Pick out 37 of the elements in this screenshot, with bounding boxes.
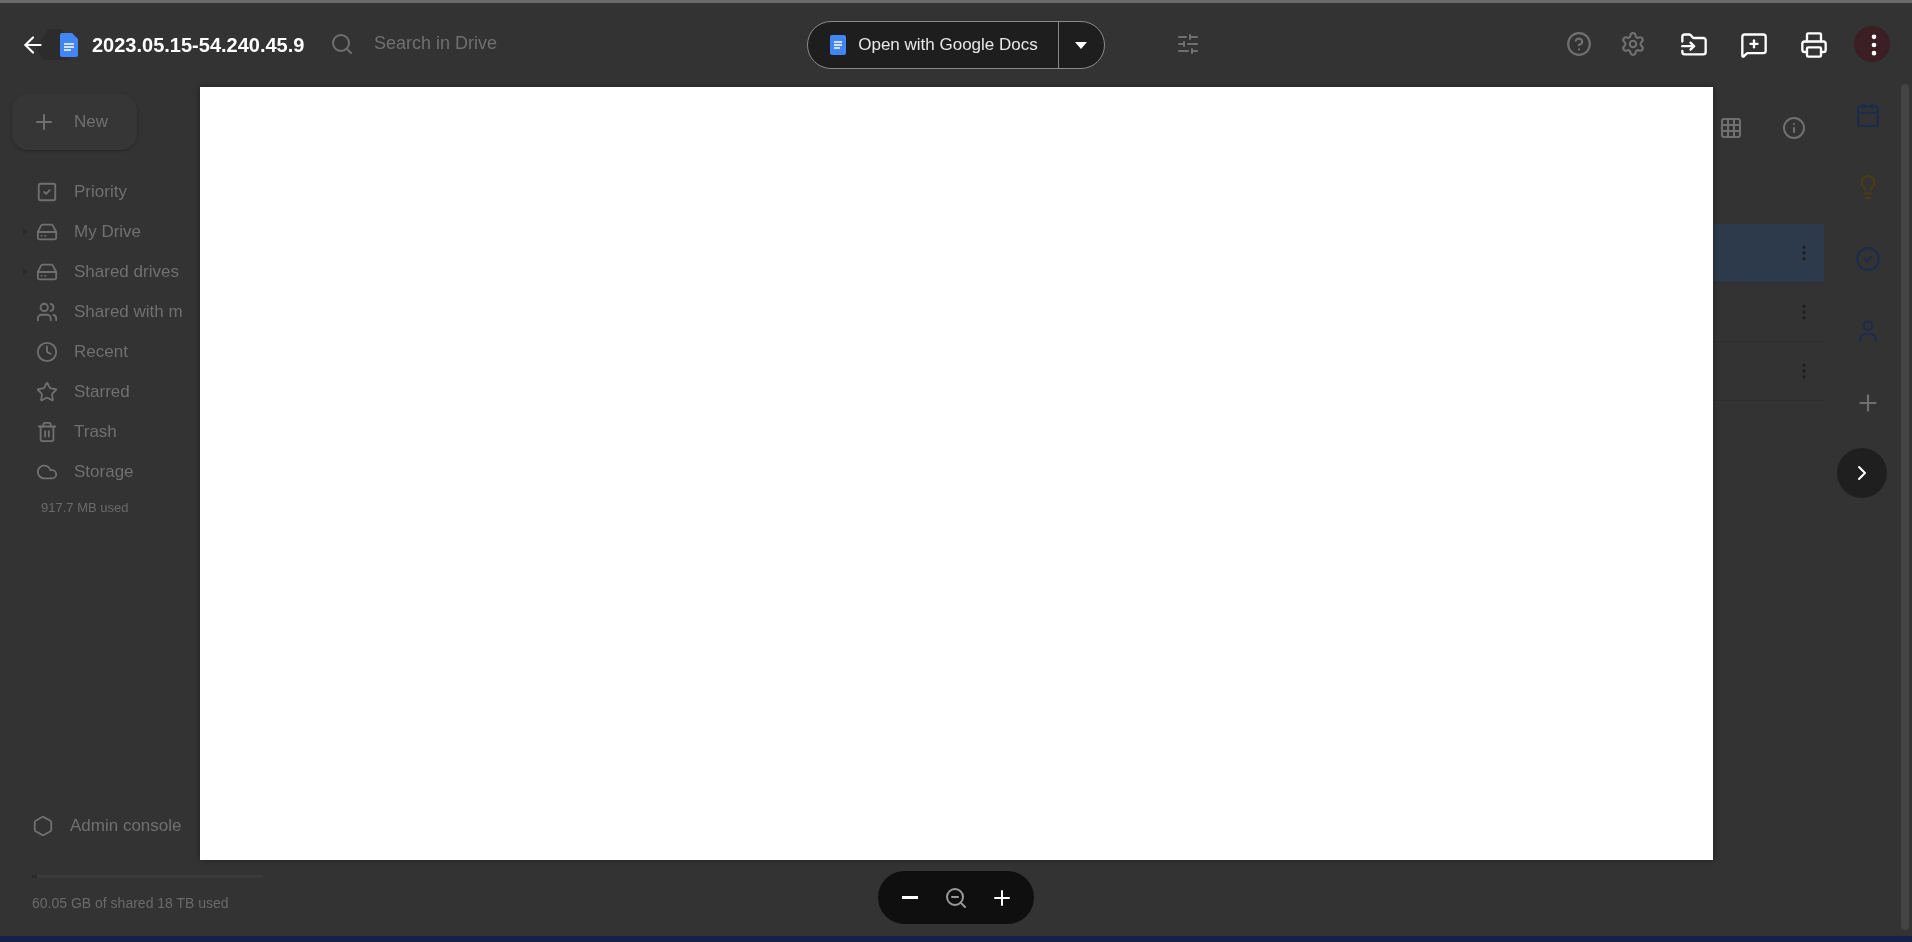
info-icon[interactable] [1782,116,1806,140]
add-comment-icon[interactable] [1740,31,1768,59]
shared-drive-icon [36,261,58,283]
document-icon [830,35,847,55]
sidebar-item[interactable]: Admin console [70,816,182,836]
trash-icon [36,421,58,443]
drive-icon [36,221,58,243]
clock-icon [36,341,58,363]
grid-view-icon[interactable] [1719,116,1743,140]
sidebar-item[interactable]: Trash [74,422,117,442]
sidebar-item[interactable]: Shared with m [74,302,183,322]
checkbox-icon [36,181,58,203]
document-icon [60,33,78,57]
help-icon[interactable] [1566,30,1592,57]
sidebar-item[interactable]: Recent [74,342,128,362]
zoom-reset-icon[interactable] [944,885,968,910]
sidebar-item[interactable]: Starred [74,382,130,402]
file-title: 2023.05.15-54.240.45.9 [92,33,305,57]
avatar[interactable] [1854,25,1890,62]
star-icon [36,381,58,403]
caret-icon [1075,41,1088,49]
search-field[interactable]: Search in Drive [374,33,498,54]
check-circle-icon[interactable] [1855,246,1881,272]
move-to-folder-icon[interactable] [1680,31,1708,59]
hexagon-icon [32,815,54,837]
file-row[interactable] [1710,224,1824,283]
sidebar-item[interactable]: My Drive [74,222,142,242]
filter-icon[interactable] [1176,31,1200,56]
new-button[interactable]: New [12,94,137,150]
settings-icon[interactable] [1620,30,1646,57]
minus-icon [902,896,918,899]
print-icon[interactable] [1800,31,1828,59]
search-icon[interactable] [330,31,354,56]
people-icon [36,301,58,323]
sidebar-item[interactable]: Priority [74,182,127,202]
sidebar-item[interactable]: Shared drives [74,262,179,282]
sidebar-item[interactable]: Storage [74,462,134,482]
